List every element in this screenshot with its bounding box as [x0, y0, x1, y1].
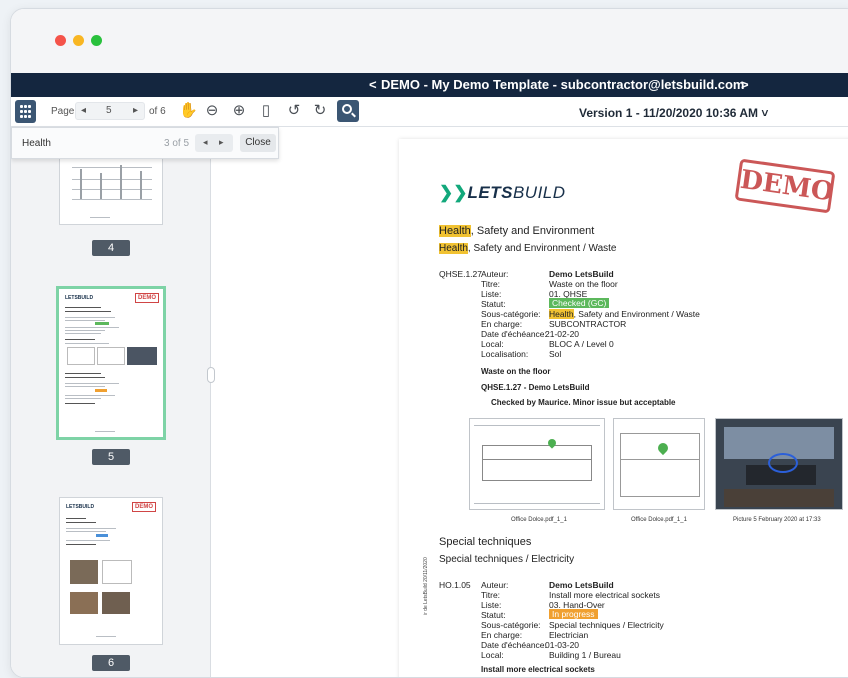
- rotate-left-icon[interactable]: ↺: [285, 102, 303, 120]
- floorplan-image[interactable]: [469, 418, 605, 510]
- fit-page-icon[interactable]: ▯: [257, 102, 275, 120]
- field-value: SUBCONTRACTOR: [549, 319, 627, 329]
- image-caption: Office Dolce.pdf_1_1: [631, 517, 687, 523]
- issue-heading: Waste on the floor: [481, 367, 551, 376]
- side-footer-text: ir de LetsBuild 20/11/2020: [423, 557, 429, 615]
- field-value: Waste on the floor: [549, 279, 618, 289]
- field-label: Statut:: [481, 610, 506, 620]
- field-value: Sol: [549, 349, 562, 359]
- find-navigation: ◂ ▸: [195, 134, 233, 152]
- title-bar: [11, 9, 848, 73]
- field-value: Install more electrical sockets: [549, 590, 661, 600]
- maximize-window-button[interactable]: [91, 35, 102, 46]
- field-label: Auteur:: [481, 580, 509, 590]
- field-label: En charge:: [481, 630, 523, 640]
- next-document-button[interactable]: >: [741, 77, 749, 92]
- page-selector[interactable]: ◂ 5 ▸: [75, 102, 145, 120]
- field-value: Special techniques / Electricity: [549, 620, 664, 630]
- find-result-count: 3 of 5: [164, 138, 190, 149]
- section-subheading: Special techniques / Electricity: [439, 554, 575, 565]
- issue-code: QHSE.1.27: [439, 269, 482, 279]
- field-label: Titre:: [481, 279, 501, 289]
- page-next-button[interactable]: ▸: [133, 103, 138, 119]
- thumbnail-number-5: 5: [92, 449, 130, 465]
- field-label: Statut:: [481, 299, 506, 309]
- page-prev-button[interactable]: ◂: [81, 103, 86, 119]
- field-label: Auteur:: [481, 269, 509, 279]
- thumbnail-logo: LETSBUILD: [66, 504, 95, 510]
- hand-tool-icon[interactable]: ✋: [179, 102, 198, 120]
- app-window: < DEMO - My Demo Template - subcontracto…: [10, 8, 848, 678]
- field-value: 01-03-20: [545, 640, 580, 650]
- field-value: 21-02-20: [545, 329, 580, 339]
- zoom-in-icon[interactable]: ⊕: [230, 102, 248, 120]
- find-input[interactable]: Health: [22, 138, 51, 149]
- document-title: DEMO - My Demo Template - subcontractor@…: [381, 77, 745, 92]
- page-number-input[interactable]: 5: [106, 103, 112, 119]
- field-value: Health, Safety and Environment / Waste: [549, 309, 700, 319]
- thumbnail-demo-stamp: DEMO: [135, 293, 159, 303]
- close-window-button[interactable]: [55, 35, 66, 46]
- section-heading: Health, Safety and Environment: [439, 225, 595, 237]
- field-value: Demo LetsBuild: [549, 580, 614, 590]
- search-icon[interactable]: [337, 100, 359, 122]
- field-value: Demo LetsBuild: [549, 269, 614, 279]
- thumbnail-demo-stamp: DEMO: [132, 502, 156, 512]
- field-label: Local:: [481, 650, 504, 660]
- field-label: Sous-catégorie:: [481, 309, 541, 319]
- thumbnails-toggle-button[interactable]: [15, 100, 36, 123]
- minimize-window-button[interactable]: [73, 35, 84, 46]
- thumbnail-number-6: 6: [92, 655, 130, 671]
- site-photo[interactable]: [715, 418, 843, 510]
- field-label: Date d'échéance:: [481, 329, 547, 339]
- document-nav-bar: < DEMO - My Demo Template - subcontracto…: [11, 73, 848, 97]
- image-caption: Office Dolce.pdf_1_1: [511, 517, 567, 523]
- floorplan-detail-image[interactable]: [613, 418, 705, 510]
- find-next-button[interactable]: ▸: [219, 137, 224, 148]
- rotate-right-icon[interactable]: ↻: [311, 102, 329, 120]
- thumbnail-sidebar: 4 LETSBUILD DEMO 5 LETSBUILD DEMO 6: [11, 127, 211, 677]
- find-prev-button[interactable]: ◂: [203, 137, 208, 148]
- field-value: Building 1 / Bureau: [549, 650, 621, 660]
- field-label: Liste:: [481, 289, 502, 299]
- section-subheading: Health, Safety and Environment / Waste: [439, 243, 617, 254]
- thumbnail-logo: LETSBUILD: [65, 295, 94, 301]
- page-count: of 6: [149, 106, 166, 117]
- viewer-toolbar: Page ◂ 5 ▸ of 6 ✋ ⊖ ⊕ ▯ ↺ ↻ Version 1 - …: [11, 97, 848, 127]
- field-label: Date d'échéance:: [481, 640, 547, 650]
- issue-heading: Install more electrical sockets: [481, 665, 595, 674]
- comment-text: Checked by Maurice. Minor issue but acce…: [491, 398, 676, 407]
- image-caption: Picture 5 February 2020 at 17:33: [733, 517, 821, 523]
- thumbnail-page-5[interactable]: LETSBUILD DEMO: [56, 286, 166, 440]
- comment-title: QHSE.1.27 - Demo LetsBuild: [481, 383, 590, 392]
- thumbnail-number-4: 4: [92, 240, 130, 256]
- find-bar: Health 3 of 5 ◂ ▸ Close: [11, 127, 279, 159]
- field-label: Liste:: [481, 600, 502, 610]
- previous-document-button[interactable]: <: [369, 77, 377, 92]
- letsbuild-logo: ❯❯LETSBUILD: [439, 183, 566, 202]
- find-close-button[interactable]: Close: [240, 134, 276, 152]
- status-badge: In progress: [549, 609, 598, 619]
- issue-code: HO.1.05: [439, 580, 471, 590]
- field-value: BLOC A / Level 0: [549, 339, 614, 349]
- status-badge: Checked (GC): [549, 298, 610, 308]
- sidebar-resize-handle[interactable]: [207, 367, 215, 383]
- field-label: Titre:: [481, 590, 501, 600]
- thumbnail-page-4[interactable]: [59, 159, 163, 225]
- demo-stamp: DEMO: [734, 158, 836, 214]
- field-value: Electrician: [549, 630, 589, 640]
- zoom-out-icon[interactable]: ⊖: [203, 102, 221, 120]
- version-selector[interactable]: Version 1 - 11/20/2020 10:36 AM ˅: [579, 106, 768, 120]
- field-label: Local:: [481, 339, 504, 349]
- section-heading: Special techniques: [439, 536, 532, 548]
- page-label: Page: [51, 106, 75, 117]
- field-label: En charge:: [481, 319, 523, 329]
- thumbnail-page-6[interactable]: LETSBUILD DEMO: [59, 497, 163, 645]
- field-label: Sous-catégorie:: [481, 620, 541, 630]
- document-page: ❯❯LETSBUILD DEMO Health, Safety and Envi…: [399, 139, 848, 677]
- field-label: Localisation:: [481, 349, 529, 359]
